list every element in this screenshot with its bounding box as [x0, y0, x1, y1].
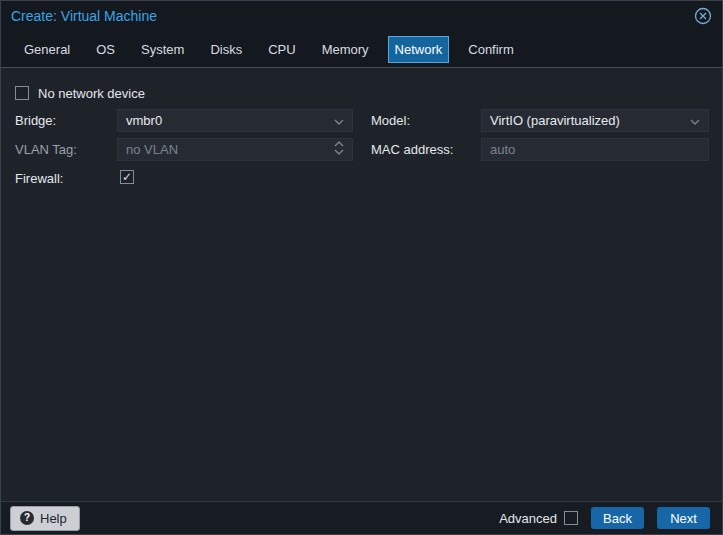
model-label: Model:: [371, 113, 410, 128]
advanced-checkbox[interactable]: [564, 511, 578, 525]
tab-confirm[interactable]: Confirm: [461, 36, 521, 63]
tab-os[interactable]: OS: [89, 36, 122, 63]
tab-network[interactable]: Network: [388, 36, 450, 63]
chevron-down-icon[interactable]: [334, 113, 344, 128]
bridge-value: vmbr0: [126, 113, 162, 128]
tab-system[interactable]: System: [134, 36, 191, 63]
network-tab-panel: No network device Bridge: vmbr0 Model: V…: [1, 68, 722, 501]
tab-cpu[interactable]: CPU: [261, 36, 302, 63]
dialog-header: Create: Virtual Machine: [1, 1, 722, 31]
vlan-tag-spinner[interactable]: no VLAN: [117, 138, 353, 161]
help-button[interactable]: ? Help: [10, 506, 80, 531]
firewall-checkbox[interactable]: ✓: [120, 170, 134, 184]
dialog-footer: ? Help Advanced Back Next: [1, 501, 722, 534]
close-icon[interactable]: [694, 7, 712, 25]
create-vm-dialog: Create: Virtual Machine General OS Syste…: [0, 0, 723, 535]
vlan-tag-label: VLAN Tag:: [15, 142, 77, 157]
firewall-label: Firewall:: [15, 171, 63, 186]
bridge-label: Bridge:: [15, 113, 56, 128]
model-value: VirtIO (paravirtualized): [490, 113, 620, 128]
tab-bar: General OS System Disks CPU Memory Netwo…: [1, 31, 722, 68]
help-label: Help: [40, 511, 67, 526]
spinner-icons[interactable]: [334, 141, 344, 158]
mac-address-placeholder: auto: [490, 142, 515, 157]
question-icon: ?: [20, 511, 34, 525]
no-network-device-checkbox[interactable]: [15, 86, 29, 100]
tab-memory[interactable]: Memory: [315, 36, 376, 63]
vlan-tag-value: no VLAN: [126, 142, 178, 157]
chevron-down-icon[interactable]: [690, 113, 700, 128]
mac-address-label: MAC address:: [371, 142, 453, 157]
bridge-combobox[interactable]: vmbr0: [117, 109, 353, 132]
tab-general[interactable]: General: [17, 36, 77, 63]
dialog-title: Create: Virtual Machine: [11, 8, 157, 24]
advanced-label: Advanced: [499, 511, 557, 526]
no-network-device-label: No network device: [38, 86, 145, 101]
next-button[interactable]: Next: [657, 507, 710, 529]
model-combobox[interactable]: VirtIO (paravirtualized): [481, 109, 709, 132]
mac-address-input[interactable]: auto: [481, 138, 709, 161]
back-button[interactable]: Back: [591, 507, 644, 529]
tab-disks[interactable]: Disks: [203, 36, 249, 63]
